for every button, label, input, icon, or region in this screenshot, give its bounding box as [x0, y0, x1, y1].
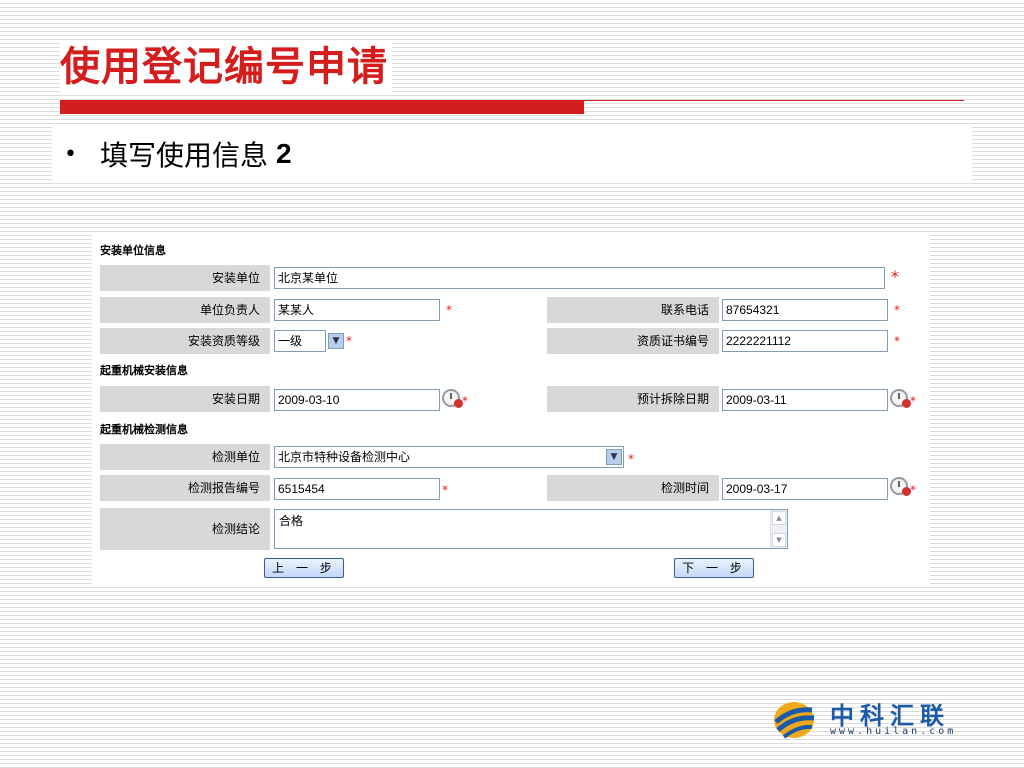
test-unit-label: 检测单位 [100, 444, 270, 470]
calendar-clock-icon[interactable] [442, 389, 463, 408]
qual-level-label: 安装资质等级 [100, 328, 270, 354]
required-mark: * [910, 483, 916, 497]
scroll-up-icon[interactable]: ▲ [772, 511, 786, 525]
required-mark: * [346, 334, 352, 348]
section-title-install-unit: 安装单位信息 [100, 244, 166, 257]
bullet-number: 2 [276, 138, 292, 169]
report-no-input[interactable]: 6515454 [274, 478, 440, 500]
title-underline-line [584, 100, 964, 101]
calendar-clock-icon[interactable] [890, 477, 911, 496]
chevron-down-icon[interactable]: ▼ [328, 333, 344, 349]
logo-mark-icon [774, 702, 815, 739]
required-mark: * [442, 483, 448, 497]
qual-level-select[interactable]: 一级 [274, 330, 326, 352]
bullet-text: 填写使用信息 [100, 139, 269, 172]
textarea-scrollbar[interactable]: ▲ ▼ [770, 510, 787, 548]
required-mark: * [628, 452, 634, 466]
section-title-crane-test: 起重机械检测信息 [100, 423, 188, 436]
prev-step-button[interactable]: 上 一 步 [264, 558, 344, 578]
test-time-input[interactable]: 2009-03-17 [722, 478, 888, 500]
cert-no-label: 资质证书编号 [547, 328, 719, 354]
required-mark: * [462, 394, 468, 408]
bullet-icon: • [64, 141, 77, 167]
conclusion-textarea[interactable]: 合格 ▲ ▼ [274, 509, 788, 549]
cert-no-input[interactable]: 2222221112 [722, 330, 888, 352]
next-step-button[interactable]: 下 一 步 [674, 558, 754, 578]
install-unit-label: 安装单位 [100, 265, 270, 291]
section-title-crane-install: 起重机械安装信息 [100, 364, 188, 377]
removal-date-input[interactable]: 2009-03-11 [722, 389, 888, 411]
slide-title: 使用登记编号申请 [60, 40, 392, 94]
required-mark: * [894, 334, 900, 348]
bullet-row: • 填写使用信息 2 [52, 127, 972, 181]
logo-url: www.huilan.com [830, 726, 957, 737]
install-date-input[interactable]: 2009-03-10 [274, 389, 440, 411]
usage-info-form: 安装单位信息 安装单位 北京某单位 * 单位负责人 某某人 * 联系电话 876… [92, 232, 930, 584]
test-unit-select[interactable]: 北京市特种设备检测中心 [274, 446, 624, 468]
report-no-label: 检测报告编号 [100, 475, 270, 501]
required-mark: * [891, 267, 899, 286]
install-date-label: 安装日期 [100, 386, 270, 412]
scroll-down-icon[interactable]: ▼ [772, 533, 786, 547]
unit-head-input[interactable]: 某某人 [274, 299, 440, 321]
company-logo: 中科汇联 www.huilan.com [772, 696, 962, 742]
required-mark: * [910, 394, 916, 408]
required-mark: * [446, 303, 452, 317]
chevron-down-icon[interactable]: ▼ [606, 449, 622, 465]
conclusion-label: 检测结论 [100, 508, 270, 550]
install-unit-input[interactable]: 北京某单位 [274, 267, 885, 289]
phone-label: 联系电话 [547, 297, 719, 323]
removal-date-label: 预计拆除日期 [547, 386, 719, 412]
title-underline-bar [60, 100, 584, 114]
phone-input[interactable]: 87654321 [722, 299, 888, 321]
calendar-clock-icon[interactable] [890, 389, 911, 408]
unit-head-label: 单位负责人 [100, 297, 270, 323]
test-time-label: 检测时间 [547, 475, 719, 501]
required-mark: * [894, 303, 900, 317]
conclusion-text: 合格 [279, 514, 304, 528]
